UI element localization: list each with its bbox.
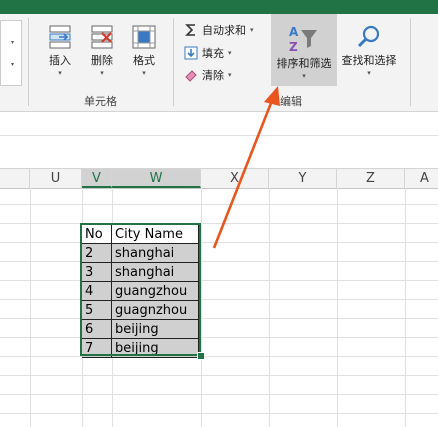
gridline <box>0 413 438 414</box>
caret-icon: ▾ <box>142 69 146 77</box>
gridline <box>405 188 406 427</box>
eraser-icon <box>185 70 197 82</box>
table-cell-no[interactable]: 3 <box>82 263 112 282</box>
format-button[interactable]: 格式 ▾ <box>126 24 162 77</box>
insert-button[interactable]: 插入 ▾ <box>42 24 78 77</box>
delete-label: 删除 <box>91 54 113 67</box>
gridline <box>30 188 31 427</box>
delete-button[interactable]: 删除 ▾ <box>84 24 120 77</box>
table-cell-city[interactable]: shanghai <box>112 263 199 282</box>
gridline <box>0 394 438 395</box>
format-label: 格式 <box>133 54 155 67</box>
title-bar <box>0 0 438 14</box>
gridline <box>0 261 438 262</box>
find-select-button[interactable]: 查找和选择 ▾ <box>338 24 400 77</box>
fill-label: 填充 <box>202 47 224 60</box>
gridline <box>0 356 438 357</box>
table-cell-no[interactable]: 7 <box>82 339 112 358</box>
autosum-label: 自动求和 <box>202 24 246 37</box>
sort-filter-icon: A Z <box>289 25 317 54</box>
fill-down-icon <box>184 46 198 60</box>
gridline <box>0 299 438 300</box>
table-cell-city[interactable]: guagnzhou <box>112 301 199 320</box>
separator <box>410 18 411 106</box>
gridline <box>337 188 338 427</box>
table-cell-city[interactable]: beijing <box>112 320 199 339</box>
separator <box>28 18 29 106</box>
sort-filter-label: 排序和筛选 <box>276 57 332 70</box>
insert-cells-icon <box>49 25 71 49</box>
gridline <box>0 375 438 376</box>
gridline <box>0 337 438 338</box>
svg-text:Z: Z <box>289 40 298 54</box>
caret-icon: ▾ <box>367 69 371 77</box>
column-header-aa[interactable]: A <box>405 169 438 188</box>
separator <box>173 18 174 106</box>
column-header-blank <box>0 169 30 188</box>
table-cell-no[interactable]: 6 <box>82 320 112 339</box>
font-size-box[interactable]: ▾ ▾ <box>0 20 22 86</box>
caret-icon: ▾ <box>228 49 232 57</box>
table-cell-city[interactable]: beijing <box>112 339 199 358</box>
insert-label: 插入 <box>49 54 71 67</box>
svg-text:A: A <box>289 25 299 39</box>
table-cell-city[interactable]: guangzhou <box>112 282 199 301</box>
caret-icon: ▾ <box>250 26 254 34</box>
caret-icon: ▾ <box>58 69 62 77</box>
table-header-city-name[interactable]: City Name <box>112 225 199 244</box>
gridline <box>0 280 438 281</box>
table-cell-no[interactable]: 5 <box>82 301 112 320</box>
table-cell-no[interactable]: 2 <box>82 244 112 263</box>
column-header-v[interactable]: V <box>82 169 112 188</box>
table-cell-no[interactable]: 4 <box>82 282 112 301</box>
table-cell-city[interactable]: shanghai <box>112 244 199 263</box>
caret-icon: ▾ <box>100 69 104 77</box>
column-header-z[interactable]: Z <box>337 169 405 188</box>
delete-cells-icon <box>91 25 113 49</box>
table-header-no[interactable]: No <box>82 225 112 244</box>
annotation-arrow-icon <box>212 86 280 249</box>
autosum-button[interactable]: 自动求和 ▾ <box>184 22 254 38</box>
cells-group-label: 单元格 <box>84 95 117 108</box>
fill-button[interactable]: 填充 ▾ <box>184 45 232 61</box>
column-header-u[interactable]: U <box>30 169 82 188</box>
sigma-icon <box>185 24 195 36</box>
caret-icon: ▾ <box>228 71 232 79</box>
format-cells-icon <box>132 25 156 49</box>
gridline <box>0 318 438 319</box>
caret-icon: ▾ <box>302 72 306 80</box>
magnifier-icon <box>357 25 380 48</box>
caret-icon: ▾ <box>11 39 15 46</box>
column-header-w[interactable]: W <box>112 169 201 188</box>
sort-filter-button[interactable]: A Z 排序和筛选 ▾ <box>271 14 337 86</box>
find-select-label: 查找和选择 <box>341 54 397 67</box>
fill-handle[interactable] <box>197 352 205 360</box>
caret-icon: ▾ <box>11 61 15 68</box>
